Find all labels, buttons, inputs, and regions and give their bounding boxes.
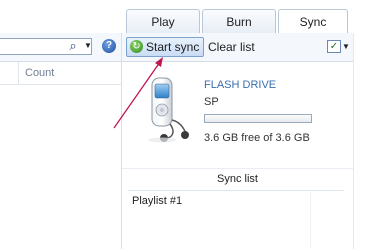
search-icon[interactable]: ⌕ bbox=[66, 38, 80, 54]
list-item[interactable]: Playlist #1 bbox=[132, 195, 182, 207]
tab-sync[interactable]: Sync bbox=[278, 9, 348, 33]
sync-options-checkbox-icon[interactable]: ✓ bbox=[327, 40, 341, 53]
device-label: SP bbox=[204, 96, 219, 108]
tab-play[interactable]: Play bbox=[126, 9, 200, 33]
pane-splitter bbox=[310, 190, 311, 249]
clear-list-button[interactable]: Clear list bbox=[208, 37, 255, 57]
help-icon[interactable]: ? bbox=[102, 39, 116, 53]
media-player-device-icon bbox=[148, 77, 189, 143]
sync-list-title: Sync list bbox=[217, 173, 258, 185]
sync-options-dropdown-arrow-icon[interactable]: ▼ bbox=[342, 40, 350, 53]
column-divider[interactable] bbox=[18, 62, 19, 84]
capacity-bar bbox=[204, 114, 312, 123]
capacity-text: 3.6 GB free of 3.6 GB bbox=[204, 132, 310, 144]
tab-burn[interactable]: Burn bbox=[202, 9, 276, 33]
search-dropdown-arrow-icon[interactable]: ▼ bbox=[84, 38, 92, 54]
column-header-count[interactable]: Count bbox=[25, 62, 54, 84]
sync-arrows-icon: ↻ bbox=[130, 40, 143, 53]
section-divider bbox=[122, 168, 353, 169]
device-name[interactable]: FLASH DRIVE bbox=[204, 79, 276, 91]
top-margin bbox=[0, 0, 375, 9]
right-edge-panel bbox=[353, 33, 375, 249]
sync-list-divider bbox=[128, 190, 344, 191]
